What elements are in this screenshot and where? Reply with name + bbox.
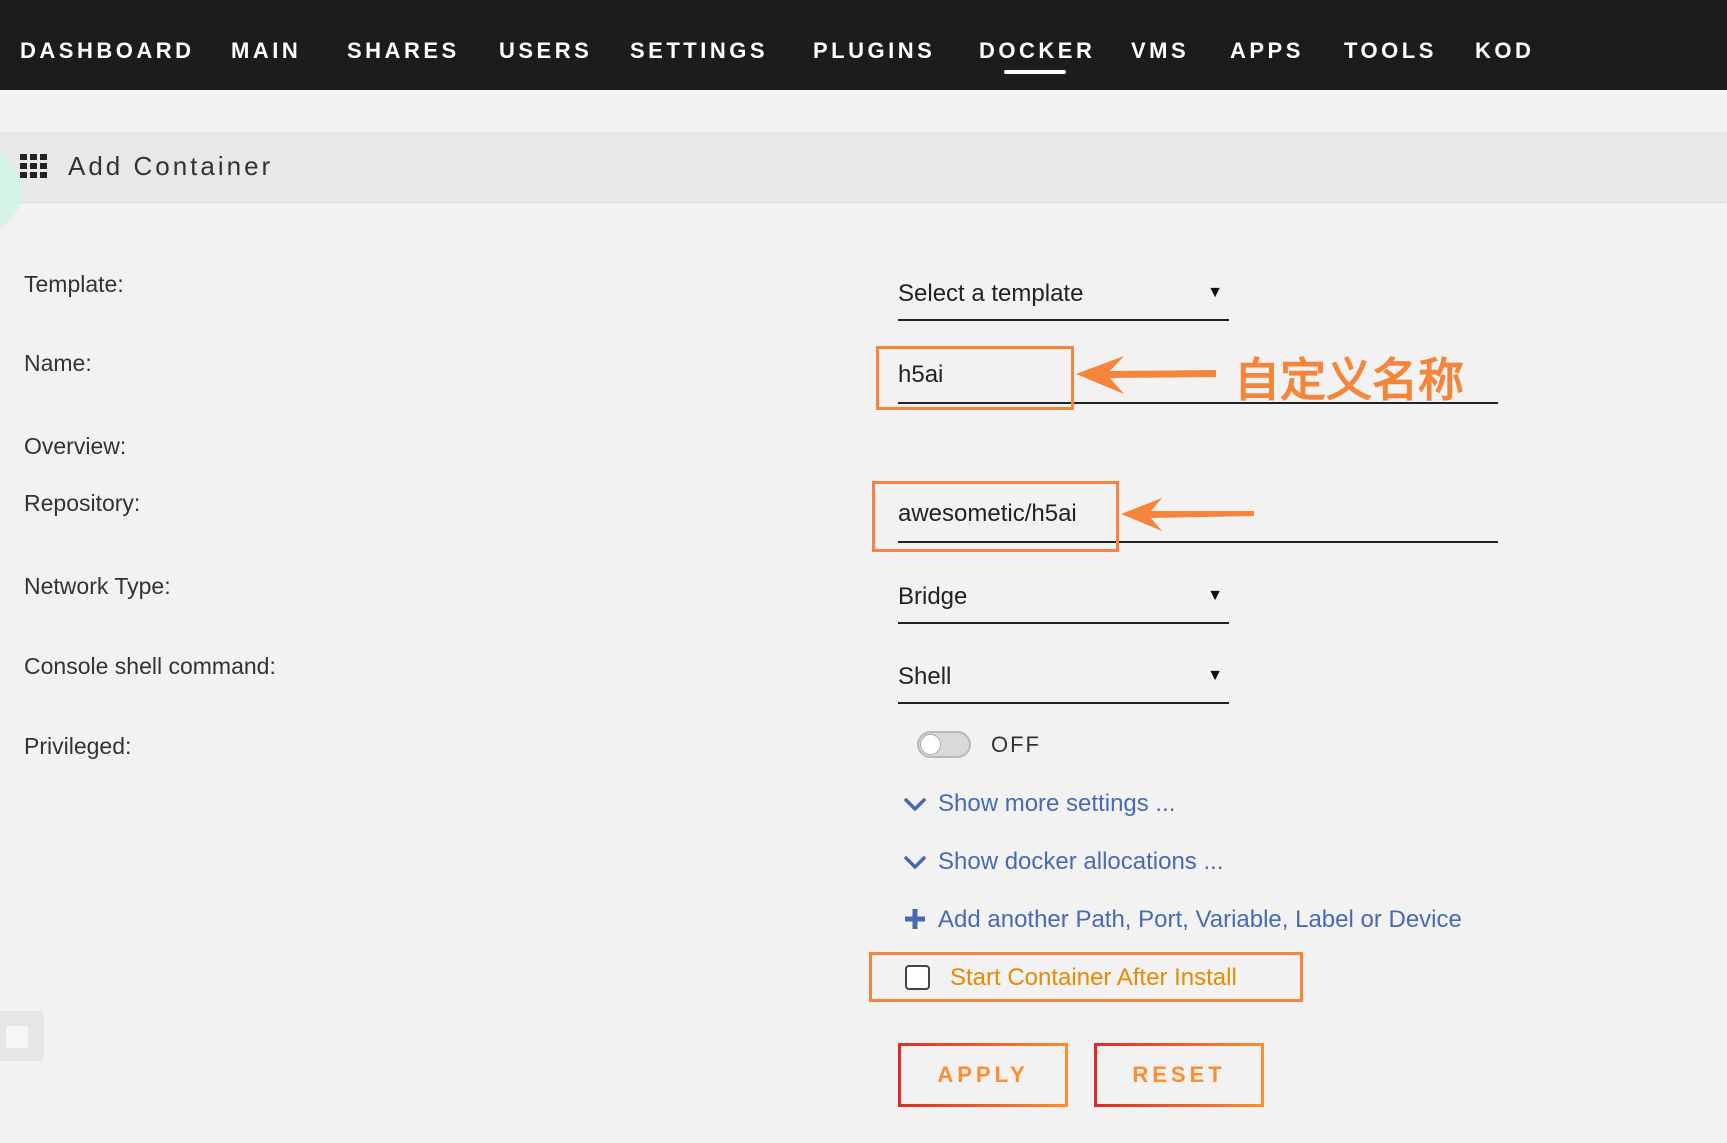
dropdown-arrow-icon: ▼ (1207, 284, 1223, 301)
page-title: Add Container (68, 151, 274, 181)
nav-tools[interactable]: TOOLS (1344, 38, 1437, 64)
nav-plugins[interactable]: PLUGINS (813, 38, 935, 64)
privileged-state: OFF (991, 732, 1041, 757)
nav-kod[interactable]: KOD (1475, 38, 1534, 64)
floating-widget[interactable] (0, 1011, 44, 1061)
grid-icon (20, 154, 47, 178)
nav-users[interactable]: USERS (499, 38, 592, 64)
nav-docker[interactable]: DOCKER (979, 38, 1095, 64)
nav-shares[interactable]: SHARES (347, 38, 460, 64)
network-type-label: Network Type: (24, 573, 171, 599)
toggle-knob (920, 734, 941, 755)
network-type-select[interactable]: Bridge ▼ (898, 578, 1229, 624)
nav-apps[interactable]: APPS (1230, 38, 1304, 64)
template-select-value: Select a template (898, 280, 1084, 307)
overview-label: Overview: (24, 433, 127, 459)
nav-vms[interactable]: VMS (1131, 38, 1189, 64)
apply-button[interactable]: APPLY (898, 1043, 1068, 1107)
network-type-value: Bridge (898, 583, 968, 610)
nav-dashboard[interactable]: DASHBOARD (20, 38, 195, 64)
chevron-down-icon[interactable] (903, 850, 927, 874)
dropdown-arrow-icon: ▼ (1207, 667, 1223, 684)
name-label: Name: (24, 350, 92, 376)
dropdown-arrow-icon: ▼ (1207, 587, 1223, 604)
reset-button[interactable]: RESET (1094, 1043, 1264, 1107)
nav-settings[interactable]: SETTINGS (630, 38, 768, 64)
chevron-down-icon[interactable] (903, 792, 927, 816)
privileged-label: Privileged: (24, 733, 132, 759)
repository-label: Repository: (24, 490, 141, 516)
show-docker-allocations-link[interactable]: Show docker allocations ... (938, 848, 1223, 876)
add-another-link[interactable]: Add another Path, Port, Variable, Label … (938, 906, 1462, 934)
privileged-toggle[interactable] (917, 731, 971, 758)
start-after-install-highlight-box (869, 952, 1303, 1002)
name-annotation-text: 自定义名称 (1234, 353, 1464, 407)
template-select[interactable]: Select a template ▼ (898, 275, 1229, 321)
plus-icon[interactable] (903, 907, 927, 931)
show-more-settings-link[interactable]: Show more settings ... (938, 790, 1175, 818)
nav-main[interactable]: MAIN (231, 38, 301, 64)
active-tab-indicator (1004, 70, 1066, 74)
console-shell-label: Console shell command: (24, 653, 276, 679)
console-shell-select[interactable]: Shell ▼ (898, 658, 1229, 704)
floating-widget-icon (6, 1026, 28, 1048)
top-nav: DASHBOARD MAIN SHARES USERS SETTINGS PLU… (0, 0, 1727, 90)
console-shell-value: Shell (898, 663, 952, 690)
repository-highlight-box (872, 481, 1119, 552)
template-label: Template: (24, 271, 124, 297)
name-highlight-box (876, 346, 1074, 410)
